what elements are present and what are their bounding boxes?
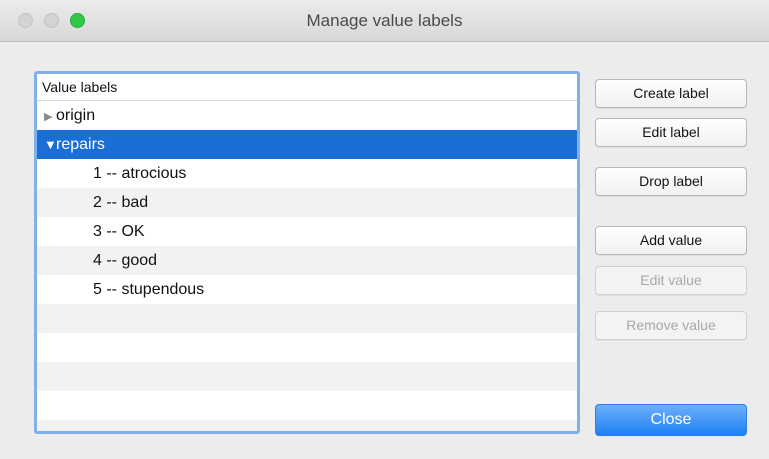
tree-row-value[interactable]: 1 -- atrocious: [37, 159, 577, 188]
value-label-text: 1 -- atrocious: [93, 165, 187, 182]
tree-row-value[interactable]: 2 -- bad: [37, 188, 577, 217]
empty-row: [37, 333, 577, 362]
remove-value-button[interactable]: Remove value: [595, 311, 747, 340]
value-label-text: 5 -- stupendous: [93, 281, 205, 298]
value-label-text: 3 -- OK: [93, 223, 145, 240]
tree-row-label: origin: [56, 107, 96, 124]
empty-row: [37, 391, 577, 420]
edit-label-button[interactable]: Edit label: [595, 118, 747, 147]
tree-row-origin[interactable]: ▶ origin: [37, 101, 577, 130]
tree-header: Value labels: [37, 74, 577, 101]
create-label-button[interactable]: Create label: [595, 79, 747, 108]
tree-row-value[interactable]: 5 -- stupendous: [37, 275, 577, 304]
disclosure-right-icon[interactable]: ▶: [44, 103, 56, 132]
add-value-button[interactable]: Add value: [595, 226, 747, 255]
title-bar: Manage value labels: [0, 0, 769, 42]
value-label-text: 4 -- good: [93, 252, 158, 269]
value-labels-tree[interactable]: Value labels ▶ origin ▼repairs 1 -- atroc…: [34, 71, 580, 434]
empty-row: [37, 420, 577, 431]
drop-label-button[interactable]: Drop label: [595, 167, 747, 196]
empty-row: [37, 304, 577, 333]
tree-row-repairs[interactable]: ▼repairs: [37, 130, 577, 159]
tree-row-value[interactable]: 4 -- good: [37, 246, 577, 275]
tree-row-value[interactable]: 3 -- OK: [37, 217, 577, 246]
edit-value-button[interactable]: Edit value: [595, 266, 747, 295]
value-label-text: 2 -- bad: [93, 194, 149, 211]
disclosure-down-icon[interactable]: ▼: [44, 130, 57, 159]
empty-row: [37, 362, 577, 391]
tree-row-label: repairs: [56, 136, 105, 153]
window-title: Manage value labels: [306, 11, 463, 30]
manage-value-labels-dialog: Manage value labels Value labels ▶ origin…: [0, 0, 769, 459]
close-button[interactable]: Close: [595, 404, 747, 436]
